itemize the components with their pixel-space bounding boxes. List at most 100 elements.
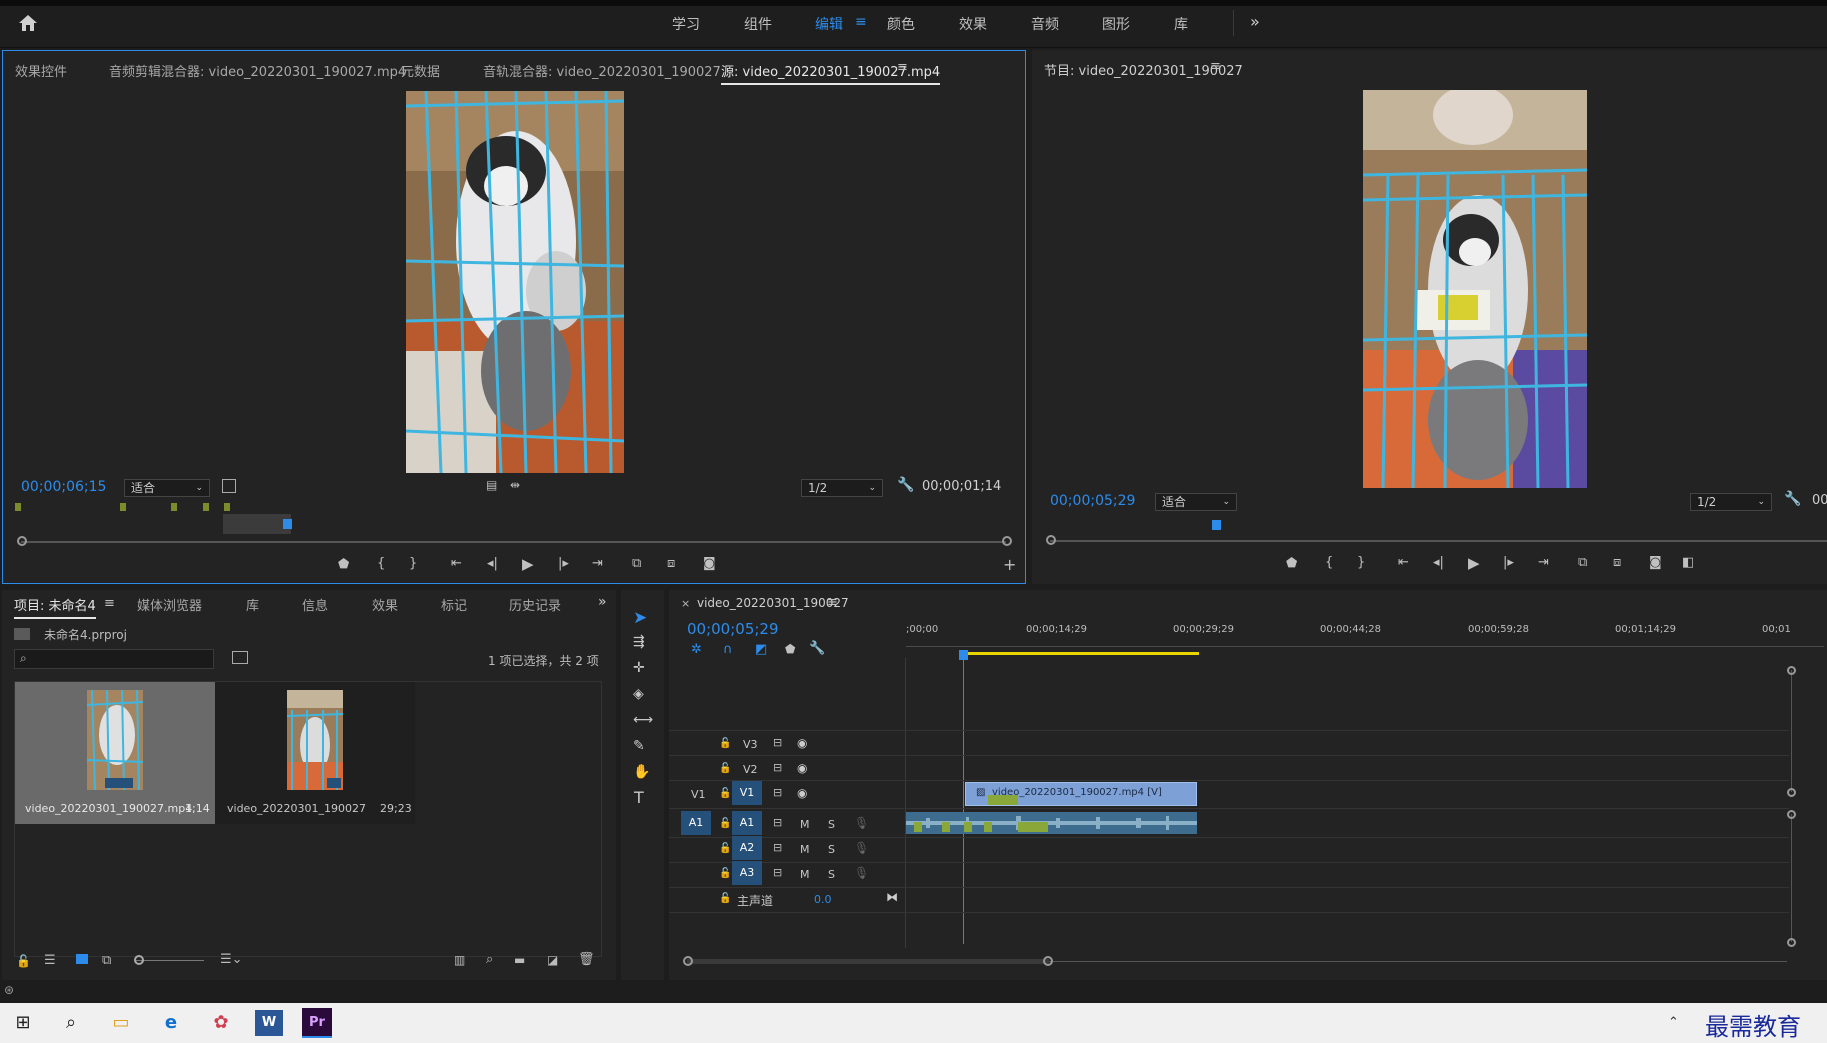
mark-in-icon[interactable]: {	[1325, 555, 1333, 570]
export-frame-icon[interactable]	[222, 479, 236, 493]
automate-to-sequence-icon[interactable]: ▥	[454, 953, 465, 967]
step-forward-icon[interactable]: |▸	[558, 556, 569, 571]
go-to-end-icon[interactable]: ⧓	[886, 890, 898, 904]
panel-menu-icon[interactable]: ≡	[827, 595, 838, 610]
tab-media-browser[interactable]: 媒体浏览器	[137, 595, 202, 614]
tab-history[interactable]: 历史记录	[509, 595, 561, 614]
track-v2-label[interactable]: V2	[743, 763, 758, 776]
hand-tool-icon[interactable]: ✋	[633, 764, 650, 780]
add-marker-icon[interactable]: ⬟	[338, 557, 349, 572]
play-icon[interactable]: ▶	[522, 555, 534, 573]
slip-tool-icon[interactable]: ⟷	[633, 712, 653, 728]
sequence-tab[interactable]: video_20220301_190027	[697, 596, 849, 610]
app-icon[interactable]: ✿	[208, 1011, 234, 1035]
linked-selection-icon[interactable]: ◩	[755, 642, 767, 657]
time-ruler[interactable]: ;00;00 00;00;14;29 00;00;29;29 00;00;44;…	[906, 618, 1824, 658]
eye-icon[interactable]: ◉	[797, 761, 807, 775]
add-marker-icon[interactable]: ⬟	[1286, 556, 1297, 571]
project-search-input[interactable]: ⌕	[14, 649, 214, 669]
eye-icon[interactable]: ◉	[797, 736, 807, 750]
mute-button[interactable]: M	[800, 868, 810, 881]
audio-vscroll[interactable]	[1791, 814, 1792, 942]
new-item-icon[interactable]: ◪	[547, 953, 558, 967]
tab-audio-track-mixer[interactable]: 音轨混合器: video_20220301_190027	[483, 61, 721, 80]
solo-button[interactable]: S	[828, 818, 835, 831]
tab-effect-controls[interactable]: 效果控件	[15, 61, 67, 80]
sync-lock-icon[interactable]: ⊟	[773, 761, 782, 774]
solo-button[interactable]: S	[828, 868, 835, 881]
chevron-up-icon[interactable]: ⌃	[1668, 1015, 1679, 1030]
zoom-slider[interactable]	[136, 960, 204, 961]
tab-info[interactable]: 信息	[302, 595, 328, 614]
scrub-end-handle[interactable]	[1002, 536, 1012, 546]
hscroll-handle[interactable]	[683, 956, 693, 966]
drag-video-icon[interactable]: ▤	[486, 478, 497, 492]
source-resolution-select[interactable]: 1/2 ⌄	[801, 479, 883, 497]
lock-icon[interactable]: 🔓	[719, 868, 731, 879]
trash-icon[interactable]: 🗑	[578, 952, 595, 967]
zoom-slider-handle[interactable]	[134, 955, 144, 965]
list-view-icon[interactable]: ☰	[44, 953, 56, 968]
camera-icon[interactable]: ◙	[703, 556, 716, 571]
workspace-editing[interactable]: 编辑	[815, 14, 843, 34]
play-icon[interactable]: ▶	[1468, 554, 1480, 572]
sync-lock-icon[interactable]: ⊟	[773, 736, 782, 749]
lock-icon[interactable]: 🔓	[719, 818, 731, 829]
type-tool-icon[interactable]: T	[634, 788, 644, 807]
in-out-range[interactable]	[223, 514, 291, 534]
step-back-icon[interactable]: ◂|	[487, 556, 498, 571]
go-to-out-icon[interactable]: ⇥	[592, 556, 603, 571]
lock-icon[interactable]: 🔓	[719, 788, 731, 799]
snap-icon[interactable]: ∩	[723, 642, 733, 657]
comparison-view-icon[interactable]: ◧	[1682, 555, 1694, 570]
program-video-frame[interactable]	[1363, 90, 1587, 488]
workspace-learn[interactable]: 学习	[672, 14, 700, 34]
edge-icon[interactable]: e	[158, 1011, 184, 1035]
tab-project[interactable]: 项目: 未命名4	[14, 595, 96, 619]
marker-icon[interactable]	[15, 503, 21, 511]
new-bin-icon[interactable]: ▬	[514, 953, 525, 967]
track-select-tool-icon[interactable]: ⇶	[633, 634, 645, 650]
microphone-icon[interactable]: 🎙	[854, 816, 869, 830]
track-v3-label[interactable]: V3	[743, 738, 758, 751]
source-timecode[interactable]: 00;00;06;15	[21, 479, 106, 495]
workspace-assembly[interactable]: 组件	[744, 14, 772, 34]
panel-menu-icon[interactable]: ≡	[897, 60, 908, 75]
overflow-icon[interactable]: »	[598, 594, 607, 610]
drag-audio-icon[interactable]: ⇹	[510, 478, 520, 492]
marker-icon[interactable]	[224, 503, 230, 511]
lift-icon[interactable]: ⧉	[1578, 555, 1587, 570]
lock-icon[interactable]: 🔓	[719, 763, 731, 774]
sync-lock-icon[interactable]: ⊟	[773, 866, 782, 879]
master-volume[interactable]: 0.0	[814, 893, 832, 906]
mute-button[interactable]: M	[800, 818, 810, 831]
wrench-icon[interactable]: 🔧	[809, 641, 825, 656]
mark-in-icon[interactable]: {	[377, 556, 385, 571]
word-icon[interactable]: W	[255, 1010, 283, 1036]
insert-icon[interactable]: ⧉	[632, 556, 641, 571]
audio-clip[interactable]	[906, 812, 1197, 834]
scrub-start-handle[interactable]	[1046, 535, 1056, 545]
microphone-icon[interactable]: 🎙	[854, 866, 869, 880]
selection-tool-icon[interactable]: ➤	[633, 608, 647, 628]
marker-icon[interactable]	[203, 503, 209, 511]
mark-out-icon[interactable]: }	[409, 556, 417, 571]
search-icon[interactable]: ⌕	[486, 952, 493, 967]
vscroll-handle[interactable]	[1787, 938, 1796, 947]
freeform-view-icon[interactable]: ⧉	[102, 953, 111, 968]
workspace-color[interactable]: 颜色	[887, 14, 915, 34]
sort-icon[interactable]: ☰⌄	[220, 952, 243, 967]
sync-lock-icon[interactable]: ⊟	[773, 841, 782, 854]
source-playhead[interactable]	[283, 519, 292, 529]
vscroll-handle[interactable]	[1787, 810, 1796, 819]
overwrite-icon[interactable]: ⧈	[667, 556, 675, 571]
razor-tool-icon[interactable]: ◈	[633, 686, 644, 702]
panel-menu-icon[interactable]: ≡	[104, 596, 115, 611]
ripple-edit-tool-icon[interactable]: ✛	[633, 660, 645, 676]
go-to-in-icon[interactable]: ⇤	[1398, 555, 1409, 570]
tab-metadata[interactable]: 元数据	[401, 61, 440, 80]
mute-button[interactable]: M	[800, 843, 810, 856]
wrench-icon[interactable]: 🔧	[1784, 491, 1801, 507]
source-scrub-bar[interactable]	[21, 541, 1006, 543]
solo-button[interactable]: S	[828, 843, 835, 856]
